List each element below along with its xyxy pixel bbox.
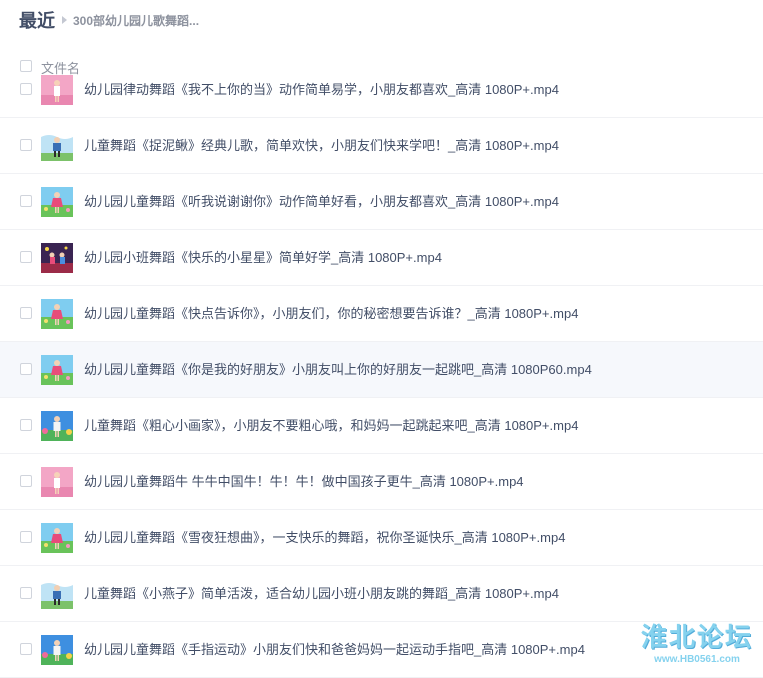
file-row[interactable]: 儿童舞蹈《粗心小画家》，小朋友不要粗心哦，和妈妈一起跳起来吧_高清 1080P+… <box>0 398 763 454</box>
file-row-checkbox[interactable] <box>20 139 32 151</box>
file-row[interactable]: 幼儿园儿童舞蹈《你是我的好朋友》小朋友叫上你的好朋友一起跳吧_高清 1080P6… <box>0 342 763 398</box>
file-name[interactable]: 幼儿园儿童舞蹈《手指运动》小朋友们快和爸爸妈妈一起运动手指吧_高清 1080P+… <box>84 641 614 659</box>
breadcrumb-current-folder[interactable]: 300部幼儿园儿歌舞蹈... <box>73 12 199 29</box>
file-row-checkbox[interactable] <box>20 475 32 487</box>
file-row-checkbox[interactable] <box>20 307 32 319</box>
file-row-checkbox[interactable] <box>20 363 32 375</box>
video-thumbnail[interactable] <box>41 579 73 609</box>
watermark-url: www.HB0561.com <box>654 654 740 665</box>
file-row-checkbox[interactable] <box>20 419 32 431</box>
file-row-checkbox[interactable] <box>20 643 32 655</box>
video-thumbnail[interactable] <box>41 411 73 441</box>
file-row[interactable]: 幼儿园儿童舞蹈《快点告诉你》，小朋友们，你的秘密想要告诉谁？_高清 1080P+… <box>0 286 763 342</box>
video-thumbnail[interactable] <box>41 523 73 553</box>
file-name[interactable]: 幼儿园儿童舞蹈牛 牛牛中国牛！牛！牛！做中国孩子更牛_高清 1080P+.mp4 <box>84 473 614 491</box>
file-row-checkbox[interactable] <box>20 251 32 263</box>
video-thumbnail[interactable] <box>41 355 73 385</box>
breadcrumb-separator-icon <box>62 16 67 24</box>
video-thumbnail[interactable] <box>41 299 73 329</box>
file-name[interactable]: 幼儿园儿童舞蹈《快点告诉你》，小朋友们，你的秘密想要告诉谁？_高清 1080P+… <box>84 305 614 323</box>
file-name[interactable]: 幼儿园儿童舞蹈《你是我的好朋友》小朋友叫上你的好朋友一起跳吧_高清 1080P6… <box>84 361 614 379</box>
video-thumbnail[interactable] <box>41 75 73 105</box>
breadcrumb-root-recent[interactable]: 最近 <box>19 7 55 33</box>
file-name[interactable]: 幼儿园律动舞蹈《我不上你的当》动作简单易学，小朋友都喜欢_高清 1080P+.m… <box>84 81 614 99</box>
file-row[interactable]: 儿童舞蹈《捉泥鳅》经典儿歌，简单欢快，小朋友们快来学吧！_高清 1080P+.m… <box>0 118 763 174</box>
file-row[interactable]: 儿童舞蹈《小燕子》简单活泼，适合幼儿园小班小朋友跳的舞蹈_高清 1080P+.m… <box>0 566 763 622</box>
breadcrumb: 最近 300部幼儿园儿歌舞蹈... <box>19 8 199 32</box>
file-name[interactable]: 儿童舞蹈《捉泥鳅》经典儿歌，简单欢快，小朋友们快来学吧！_高清 1080P+.m… <box>84 137 614 155</box>
file-row-checkbox[interactable] <box>20 195 32 207</box>
video-thumbnail[interactable] <box>41 243 73 273</box>
video-thumbnail[interactable] <box>41 467 73 497</box>
file-row[interactable]: 幼儿园小班舞蹈《快乐的小星星》简单好学_高清 1080P+.mp4 <box>0 230 763 286</box>
file-row[interactable]: 幼儿园律动舞蹈《我不上你的当》动作简单易学，小朋友都喜欢_高清 1080P+.m… <box>0 62 763 118</box>
file-row-checkbox[interactable] <box>20 83 32 95</box>
file-row-checkbox[interactable] <box>20 587 32 599</box>
video-thumbnail[interactable] <box>41 187 73 217</box>
file-name[interactable]: 幼儿园儿童舞蹈《听我说谢谢你》动作简单好看，小朋友都喜欢_高清 1080P+.m… <box>84 193 614 211</box>
file-row[interactable]: 幼儿园儿童舞蹈牛 牛牛中国牛！牛！牛！做中国孩子更牛_高清 1080P+.mp4 <box>0 454 763 510</box>
file-name[interactable]: 幼儿园小班舞蹈《快乐的小星星》简单好学_高清 1080P+.mp4 <box>84 249 614 267</box>
file-name[interactable]: 幼儿园儿童舞蹈《雪夜狂想曲》，一支快乐的舞蹈，祝你圣诞快乐_高清 1080P+.… <box>84 529 614 547</box>
video-thumbnail[interactable] <box>41 131 73 161</box>
file-row[interactable]: 幼儿园儿童舞蹈《听我说谢谢你》动作简单好看，小朋友都喜欢_高清 1080P+.m… <box>0 174 763 230</box>
file-list: 幼儿园律动舞蹈《我不上你的当》动作简单易学，小朋友都喜欢_高清 1080P+.m… <box>0 62 763 678</box>
file-name[interactable]: 儿童舞蹈《粗心小画家》，小朋友不要粗心哦，和妈妈一起跳起来吧_高清 1080P+… <box>84 417 614 435</box>
watermark-logo: 淮北论坛 www.HB0561.com <box>637 623 757 671</box>
file-row-checkbox[interactable] <box>20 531 32 543</box>
watermark-title: 淮北论坛 <box>640 623 753 653</box>
file-name[interactable]: 儿童舞蹈《小燕子》简单活泼，适合幼儿园小班小朋友跳的舞蹈_高清 1080P+.m… <box>84 585 614 603</box>
video-thumbnail[interactable] <box>41 635 73 665</box>
file-row[interactable]: 幼儿园儿童舞蹈《雪夜狂想曲》，一支快乐的舞蹈，祝你圣诞快乐_高清 1080P+.… <box>0 510 763 566</box>
